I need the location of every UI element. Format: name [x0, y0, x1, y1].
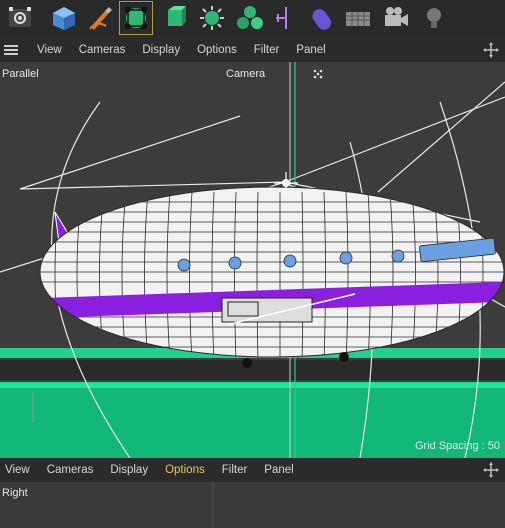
airship-model[interactable]: [39, 172, 505, 362]
menu-cameras[interactable]: Cameras: [79, 44, 126, 56]
subdivision-icon[interactable]: [119, 1, 153, 35]
floor-icon[interactable]: [342, 2, 374, 34]
menu-display[interactable]: Display: [142, 44, 180, 56]
top-viewport-menubar: View Cameras Display Options Filter Pane…: [0, 38, 505, 62]
cube-icon[interactable]: [48, 2, 80, 34]
cloner-icon[interactable]: [234, 2, 266, 34]
extrude-icon[interactable]: [158, 2, 190, 34]
camera-icon[interactable]: [380, 2, 412, 34]
viewport-scene: [0, 62, 505, 458]
pen-icon[interactable]: [84, 2, 116, 34]
menu-options[interactable]: Options: [197, 44, 237, 56]
menu-view[interactable]: View: [37, 44, 62, 56]
camera-options-icon[interactable]: [312, 68, 324, 80]
menu-hamburger-icon[interactable]: [4, 45, 18, 55]
camera-label: Camera: [226, 68, 266, 80]
menu-display[interactable]: Display: [110, 464, 148, 476]
menu-view[interactable]: View: [5, 464, 30, 476]
grid-spacing-label: Grid Spacing : 50: [415, 440, 500, 452]
projection-label: Right: [2, 487, 28, 499]
main-toolbar: [0, 0, 505, 39]
bottom-viewport-menubar: View Cameras Display Options Filter Pane…: [0, 458, 505, 482]
menu-cameras[interactable]: Cameras: [47, 464, 94, 476]
right-viewport-grid: [212, 482, 214, 528]
projection-label: Parallel: [2, 68, 39, 80]
move-viewport-icon[interactable]: [483, 42, 499, 58]
move-viewport-icon[interactable]: [483, 462, 499, 478]
menu-filter[interactable]: Filter: [254, 44, 280, 56]
menu-filter[interactable]: Filter: [222, 464, 248, 476]
render-settings-icon[interactable]: [4, 2, 36, 34]
menu-panel[interactable]: Panel: [264, 464, 293, 476]
top-viewport[interactable]: Parallel Camera Grid Spacing : 50: [0, 62, 505, 458]
right-viewport[interactable]: Right: [0, 482, 505, 528]
array-icon[interactable]: [196, 2, 228, 34]
deformer-icon[interactable]: [270, 2, 302, 34]
light-icon[interactable]: [418, 2, 450, 34]
field-icon[interactable]: [306, 2, 338, 34]
menu-panel[interactable]: Panel: [296, 44, 325, 56]
menu-options[interactable]: Options: [165, 464, 205, 476]
